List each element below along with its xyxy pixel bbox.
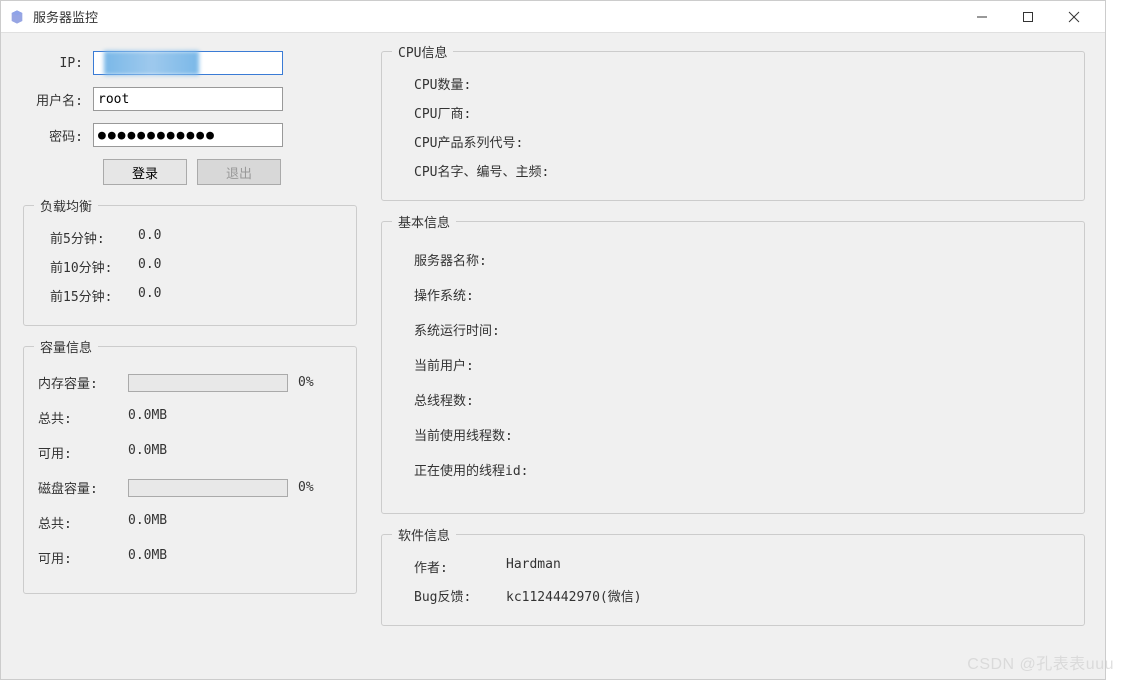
titlebar: 服务器监控 xyxy=(1,1,1105,33)
ip-input[interactable] xyxy=(93,51,283,75)
watermark: CSDN @孔表表uuu xyxy=(967,650,1114,674)
maximize-button[interactable] xyxy=(1005,2,1051,32)
basic-legend: 基本信息 xyxy=(392,212,456,231)
basic-fieldset: 基本信息 服务器名称: 操作系统: 系统运行时间: 当前用户: 总线程数: 当前… xyxy=(381,221,1085,514)
load-5min-value: 0.0 xyxy=(138,228,161,247)
mem-total-value: 0.0MB xyxy=(128,408,167,427)
window-title: 服务器监控 xyxy=(33,7,98,26)
software-legend: 软件信息 xyxy=(392,525,456,544)
mem-avail-value: 0.0MB xyxy=(128,443,167,462)
load-fieldset: 负载均衡 前5分钟:0.0 前10分钟:0.0 前15分钟:0.0 xyxy=(23,205,357,326)
load-10min-value: 0.0 xyxy=(138,257,161,276)
os-label: 操作系统: xyxy=(396,285,556,304)
close-button[interactable] xyxy=(1051,2,1097,32)
cpu-legend: CPU信息 xyxy=(392,42,453,61)
app-window: 服务器监控 IP: 用户名: xyxy=(0,0,1106,680)
current-user-label: 当前用户: xyxy=(396,355,556,374)
password-label: 密码: xyxy=(23,126,93,145)
app-icon xyxy=(9,9,25,25)
disk-avail-value: 0.0MB xyxy=(128,548,167,567)
cpu-count-label: CPU数量: xyxy=(396,74,556,93)
load-15min-value: 0.0 xyxy=(138,286,161,305)
bug-value: kc1124442970(微信) xyxy=(506,586,642,605)
mem-label: 内存容量: xyxy=(38,373,128,392)
cpu-name-label: CPU名字、编号、主频: xyxy=(396,161,616,180)
username-input[interactable] xyxy=(93,87,283,111)
total-threads-label: 总线程数: xyxy=(396,390,556,409)
disk-total-label: 总共: xyxy=(38,513,128,532)
disk-label: 磁盘容量: xyxy=(38,478,128,497)
thread-ids-label: 正在使用的线程id: xyxy=(396,460,596,479)
password-input[interactable] xyxy=(93,123,283,147)
cpu-series-label: CPU产品系列代号: xyxy=(396,132,556,151)
capacity-legend: 容量信息 xyxy=(34,337,98,356)
ip-label: IP: xyxy=(23,56,93,71)
used-threads-label: 当前使用线程数: xyxy=(396,425,556,444)
bug-label: Bug反馈: xyxy=(396,586,506,605)
load-15min-label: 前15分钟: xyxy=(38,286,138,305)
disk-total-value: 0.0MB xyxy=(128,513,167,532)
uptime-label: 系统运行时间: xyxy=(396,320,556,339)
author-value: Hardman xyxy=(506,557,561,576)
disk-pct: 0% xyxy=(298,480,314,495)
disk-avail-label: 可用: xyxy=(38,548,128,567)
mem-avail-label: 可用: xyxy=(38,443,128,462)
username-label: 用户名: xyxy=(23,90,93,109)
capacity-fieldset: 容量信息 内存容量: 0% 总共:0.0MB 可用:0.0MB 磁盘容量: 0%… xyxy=(23,346,357,594)
cpu-vendor-label: CPU厂商: xyxy=(396,103,556,122)
mem-total-label: 总共: xyxy=(38,408,128,427)
cpu-fieldset: CPU信息 CPU数量: CPU厂商: CPU产品系列代号: CPU名字、编号、… xyxy=(381,51,1085,201)
load-10min-label: 前10分钟: xyxy=(38,257,138,276)
mem-progress xyxy=(128,374,288,392)
disk-progress xyxy=(128,479,288,497)
window-controls xyxy=(959,2,1097,32)
mem-pct: 0% xyxy=(298,375,314,390)
software-fieldset: 软件信息 作者:Hardman Bug反馈:kc1124442970(微信) xyxy=(381,534,1085,626)
exit-button[interactable]: 退出 xyxy=(197,159,281,185)
load-5min-label: 前5分钟: xyxy=(38,228,138,247)
server-name-label: 服务器名称: xyxy=(396,250,556,269)
author-label: 作者: xyxy=(396,557,506,576)
login-button[interactable]: 登录 xyxy=(103,159,187,185)
load-legend: 负载均衡 xyxy=(34,196,98,215)
minimize-button[interactable] xyxy=(959,2,1005,32)
